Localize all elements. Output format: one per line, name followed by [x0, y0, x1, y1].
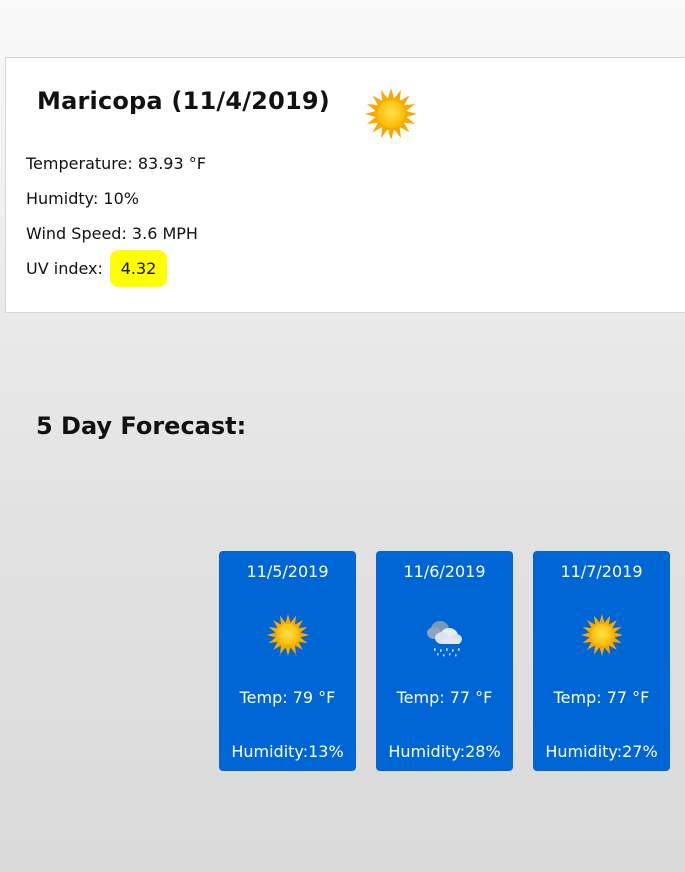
- sun-icon: [267, 614, 309, 656]
- uv-index-label: UV index:: [26, 259, 103, 278]
- rain-cloud-icon: [427, 621, 462, 657]
- forecast-temp: Temp: 79 °F: [239, 688, 336, 707]
- city-title: Maricopa (11/4/2019): [37, 87, 330, 115]
- sun-icon: [581, 614, 623, 656]
- forecast-temp: Temp: 77 °F: [396, 688, 493, 707]
- sun-icon: [365, 88, 417, 140]
- forecast-date: 11/7/2019: [560, 562, 643, 581]
- forecast-card: 11/6/2019 Temp: 77 °F Humidity:28%: [376, 551, 513, 771]
- current-weather-card: Maricopa (11/4/2019) Temperature: 83.93 …: [5, 57, 685, 313]
- forecast-humidity: Humidity:27%: [545, 742, 658, 761]
- wind-speed-text: Wind Speed: 3.6 MPH: [26, 224, 198, 243]
- uv-index-badge: 4.32: [110, 250, 167, 287]
- forecast-date: 11/5/2019: [246, 562, 329, 581]
- forecast-card: 11/7/2019 Temp: 77 °F Humidity:27%: [533, 551, 670, 771]
- humidity-text: Humidty: 10%: [26, 189, 139, 208]
- forecast-temp: Temp: 77 °F: [553, 688, 650, 707]
- forecast-heading: 5 Day Forecast:: [36, 412, 247, 440]
- temperature-text: Temperature: 83.93 °F: [26, 154, 206, 173]
- forecast-humidity: Humidity:13%: [231, 742, 344, 761]
- forecast-humidity: Humidity:28%: [388, 742, 501, 761]
- forecast-card: 11/5/2019 Temp: 79 °F Humidity:13%: [219, 551, 356, 771]
- forecast-date: 11/6/2019: [403, 562, 486, 581]
